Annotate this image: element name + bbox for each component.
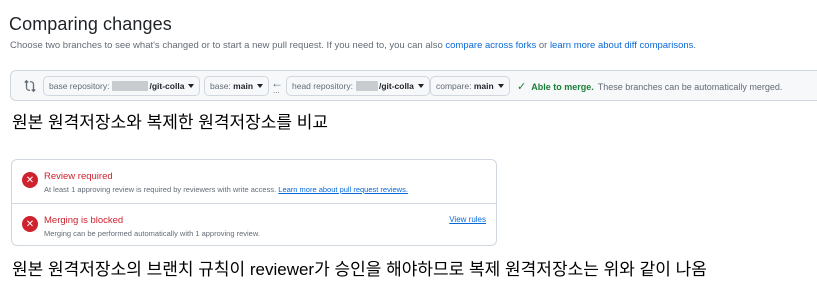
subtitle-period: .	[693, 40, 697, 51]
check-description: At least 1 approving review is required …	[44, 185, 408, 194]
merge-status-strong: Able to merge.	[531, 81, 594, 92]
chevron-down-icon	[257, 84, 264, 88]
subtitle-text: Choose two branches to see what's change…	[10, 40, 443, 51]
head-repository-label: head repository:	[292, 81, 353, 91]
x-circle-icon: ✕	[22, 216, 38, 232]
base-branch-select[interactable]: base: main	[204, 76, 270, 96]
compare-branch-select[interactable]: compare: main	[430, 76, 510, 96]
chevron-down-icon	[417, 84, 424, 88]
x-circle-icon: ✕	[22, 172, 38, 188]
compare-branch-value: main	[473, 81, 494, 91]
check-icon: ✓	[517, 81, 527, 93]
merge-status-text: These branches can be automatically merg…	[597, 81, 783, 92]
ellipsis-icon: ...	[273, 86, 280, 95]
redacted-owner	[112, 81, 149, 91]
check-row-review-required: ✕ Review required At least 1 approving r…	[12, 160, 496, 203]
base-repository-label: base repository:	[49, 81, 110, 91]
base-branch-value: main	[233, 81, 254, 91]
check-title: Merging is blocked	[44, 215, 124, 226]
redacted-owner	[355, 81, 378, 91]
git-compare-icon	[24, 79, 36, 93]
learn-more-reviews-link[interactable]: Learn more about pull request reviews.	[278, 185, 408, 194]
base-branch-label: base:	[210, 81, 231, 91]
compare-branch-label: compare:	[436, 81, 472, 91]
head-repository-value: /git-colla	[378, 81, 414, 91]
check-description: Merging can be performed automatically w…	[44, 229, 260, 238]
chevron-down-icon	[497, 84, 504, 88]
view-rules-link[interactable]: View rules	[449, 215, 486, 224]
caption-top: 원본 원격저장소와 복제한 원격저장소를 비교	[12, 113, 329, 132]
page-title: Comparing changes	[9, 14, 172, 34]
page-subtitle: Choose two branches to see what's change…	[10, 40, 696, 51]
merge-status: ✓ Able to merge. These branches can be a…	[517, 80, 782, 93]
check-title: Review required	[44, 171, 113, 182]
compare-across-forks-link[interactable]: compare across forks	[445, 40, 536, 51]
check-description-text: At least 1 approving review is required …	[44, 185, 277, 194]
base-repository-select[interactable]: base repository: /git-colla	[43, 76, 201, 96]
chevron-down-icon	[188, 84, 195, 88]
merge-checks-box: ✕ Review required At least 1 approving r…	[11, 159, 497, 246]
compare-range-bar: base repository: /git-colla base: main ←…	[10, 70, 817, 101]
head-repository-select[interactable]: head repository: /git-colla	[286, 76, 430, 96]
check-row-merging-blocked: ✕ Merging is blocked Merging can be perf…	[12, 203, 496, 246]
learn-diff-comparisons-link[interactable]: learn more about diff comparisons	[550, 40, 693, 51]
base-repository-value: /git-colla	[149, 81, 185, 91]
caption-bottom: 원본 원격저장소의 브랜치 규칙이 reviewer가 승인을 해야하므로 복제…	[12, 260, 707, 279]
subtitle-or: or	[538, 40, 548, 51]
